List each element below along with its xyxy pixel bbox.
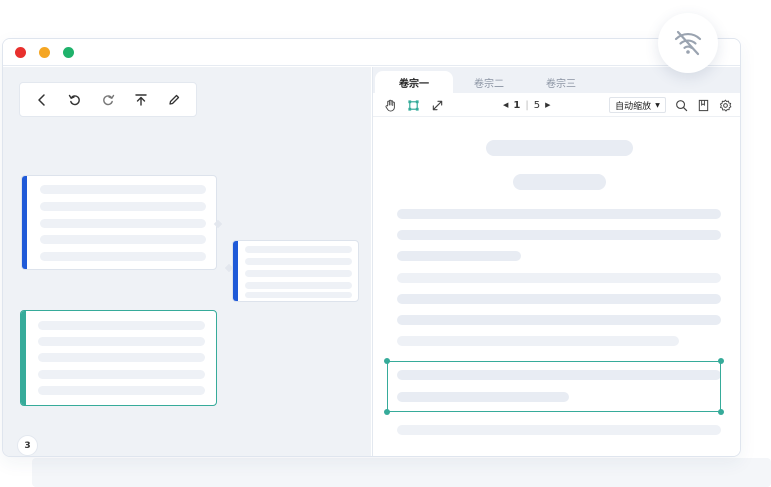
card-accent-bar (22, 176, 27, 269)
tab-volume-2[interactable]: 卷宗二 (453, 71, 525, 93)
edit-icon[interactable] (165, 91, 183, 109)
maximize-window-button[interactable] (63, 47, 74, 58)
card-accent-bar (21, 311, 26, 405)
next-page-icon[interactable]: ▶ (545, 101, 550, 109)
viewer-toolbar: ◀ 1 | 5 ▶ 自动缩放 ▼ (373, 93, 740, 117)
chevron-down-icon: ▼ (655, 101, 660, 109)
text-placeholder (245, 292, 352, 298)
text-placeholder (397, 251, 521, 261)
text-placeholder (38, 337, 205, 346)
text-placeholder (397, 230, 721, 240)
background-shadow (32, 458, 771, 487)
text-placeholder (38, 386, 205, 395)
text-placeholder (38, 370, 205, 379)
offline-status-badge (658, 13, 718, 73)
settings-icon[interactable] (718, 98, 732, 112)
resize-handle[interactable] (718, 358, 724, 364)
text-placeholder (40, 235, 206, 244)
text-placeholder (513, 174, 606, 190)
text-placeholder (245, 282, 352, 289)
redo-icon[interactable] (99, 91, 117, 109)
upload-icon[interactable] (132, 91, 150, 109)
tab-volume-1[interactable]: 卷宗一 (375, 71, 453, 93)
selection-box[interactable] (384, 358, 724, 415)
zoom-select[interactable]: 自动缩放 ▼ (609, 97, 666, 113)
current-page[interactable]: 1 (513, 100, 520, 111)
edit-toolbar (19, 82, 197, 117)
document-card-small[interactable] (232, 240, 359, 302)
zoom-label: 自动缩放 (615, 101, 652, 112)
text-placeholder (397, 336, 679, 346)
text-placeholder (40, 252, 206, 261)
text-placeholder (38, 353, 205, 362)
document-card[interactable] (21, 175, 217, 270)
left-pane: 3 (3, 67, 371, 456)
minimize-window-button[interactable] (39, 47, 50, 58)
text-placeholder (245, 270, 352, 277)
resize-icon[interactable] (430, 98, 444, 112)
back-icon[interactable] (33, 91, 51, 109)
undo-icon[interactable] (66, 91, 84, 109)
hand-icon[interactable] (383, 98, 397, 112)
tab-volume-3[interactable]: 卷宗三 (525, 71, 597, 93)
page-number-badge[interactable]: 3 (17, 435, 38, 456)
resize-handle[interactable] (718, 409, 724, 415)
close-window-button[interactable] (15, 47, 26, 58)
text-placeholder (245, 258, 352, 265)
text-placeholder (40, 185, 206, 194)
title-bar (3, 39, 740, 66)
text-placeholder (38, 321, 205, 330)
previous-page-icon[interactable]: ◀ (503, 101, 508, 109)
resize-handle[interactable] (384, 358, 390, 364)
total-pages: 5 (533, 99, 541, 111)
card-accent-bar (233, 241, 238, 301)
text-placeholder (40, 202, 206, 211)
text-placeholder (397, 273, 721, 283)
text-placeholder (40, 219, 206, 228)
text-placeholder (397, 209, 721, 219)
page-separator: | (525, 99, 529, 111)
selected-document-card[interactable] (20, 310, 217, 406)
search-icon[interactable] (674, 98, 688, 112)
text-placeholder (397, 315, 721, 325)
text-placeholder (245, 246, 352, 253)
text-placeholder (397, 294, 721, 304)
page-navigator: ◀ 1 | 5 ▶ (503, 98, 551, 112)
bookmark-icon[interactable] (696, 98, 710, 112)
resize-handle[interactable] (384, 409, 390, 415)
crop-icon[interactable] (406, 98, 420, 112)
text-placeholder (486, 140, 633, 156)
wifi-off-icon (674, 30, 702, 56)
text-placeholder (397, 425, 721, 435)
